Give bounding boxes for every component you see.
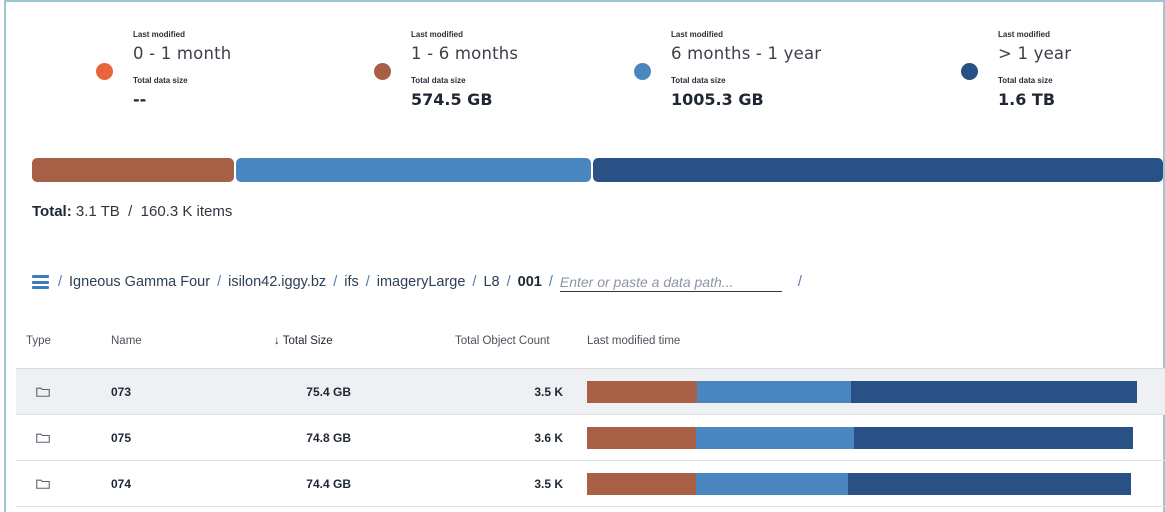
row-bar-segment-over-1-year: [848, 473, 1131, 495]
col-header-last-modified[interactable]: Last modified time: [587, 335, 680, 347]
legend-range: 1 - 6 months: [411, 44, 519, 63]
legend-dot-6-months-1-year: [634, 63, 651, 80]
row-bar-segment-6-months-1-year: [697, 381, 851, 403]
legend-range: 0 - 1 month: [133, 44, 232, 63]
age-bar-segment-over-1-year[interactable]: [593, 158, 1163, 182]
breadcrumb-separator: /: [797, 274, 802, 290]
legend-size: 1.6 TB: [998, 90, 1056, 109]
age-bar-segment-6-months-1-year[interactable]: [236, 158, 591, 182]
age-bar-segment-1-6-months[interactable]: [32, 158, 234, 182]
legend-size: 574.5 GB: [411, 90, 493, 109]
row-total-size: 75.4 GB: [306, 385, 351, 399]
row-bar-segment-over-1-year: [851, 381, 1137, 403]
folder-icon: [36, 479, 50, 489]
legend-dot-1-6-months: [374, 63, 391, 80]
table-row[interactable]: 074 74.4 GB 3.5 K: [16, 461, 1165, 507]
breadcrumb-separator: /: [506, 274, 511, 290]
row-bar-segment-1-6-months: [587, 381, 697, 403]
col-header-name[interactable]: Name: [111, 335, 142, 347]
panel: Last modified 0 - 1 month Total data siz…: [4, 0, 1165, 512]
breadcrumb-separator: /: [472, 274, 477, 290]
col-header-total-size-label: Total Size: [282, 335, 333, 347]
folder-icon: [36, 387, 50, 397]
legend-modified-label: Last modified: [671, 30, 724, 39]
age-distribution-bar[interactable]: [32, 158, 1164, 182]
row-object-count: 3.5 K: [534, 477, 563, 491]
data-path-input[interactable]: [559, 272, 782, 292]
row-object-count: 3.5 K: [534, 385, 563, 399]
menu-icon[interactable]: [32, 275, 49, 289]
legend-modified-label: Last modified: [998, 30, 1051, 39]
row-modified-bar[interactable]: [587, 381, 1137, 403]
row-bar-segment-1-6-months: [587, 427, 696, 449]
table-row[interactable]: 075 74.8 GB 3.6 K: [16, 415, 1165, 461]
row-object-count: 3.6 K: [534, 431, 563, 445]
total-label: Total:: [32, 203, 72, 220]
legend-size-label: Total data size: [133, 76, 188, 85]
legend-modified-label: Last modified: [133, 30, 186, 39]
breadcrumb-separator: /: [548, 274, 553, 290]
legend-size: 1005.3 GB: [671, 90, 764, 109]
row-modified-bar[interactable]: [587, 473, 1131, 495]
breadcrumb: / Igneous Gamma Four / isilon42.iggy.bz …: [32, 272, 809, 292]
arrow-down-icon: ↓: [274, 335, 280, 347]
legend-range: 6 months - 1 year: [671, 44, 822, 63]
breadcrumb-item-igneous-gamma-four[interactable]: Igneous Gamma Four: [69, 274, 210, 290]
breadcrumb-item-l8[interactable]: L8: [483, 274, 499, 290]
row-modified-bar[interactable]: [587, 427, 1133, 449]
total-summary: Total: 3.1 TB / 160.3 K items: [32, 203, 232, 220]
legend-size-label: Total data size: [998, 76, 1053, 85]
breadcrumb-item-imagerylarge[interactable]: imageryLarge: [377, 274, 466, 290]
legend-modified-label: Last modified: [411, 30, 464, 39]
breadcrumb-item-host[interactable]: isilon42.iggy.bz: [228, 274, 326, 290]
table-row[interactable]: 073 75.4 GB 3.5 K: [16, 369, 1165, 415]
legend-size: --: [133, 90, 147, 109]
col-header-total-object-count[interactable]: Total Object Count: [455, 335, 550, 347]
breadcrumb-separator: /: [58, 274, 63, 290]
col-header-total-size[interactable]: ↓ Total Size: [274, 335, 333, 347]
row-total-size: 74.8 GB: [306, 431, 351, 445]
breadcrumb-item-ifs[interactable]: ifs: [344, 274, 359, 290]
breadcrumb-separator: /: [217, 274, 222, 290]
row-name[interactable]: 075: [111, 431, 131, 445]
row-total-size: 74.4 GB: [306, 477, 351, 491]
row-bar-segment-1-6-months: [587, 473, 696, 495]
row-name[interactable]: 073: [111, 385, 131, 399]
folder-icon: [36, 433, 50, 443]
legend-size-label: Total data size: [411, 76, 466, 85]
legend-dot-over-1-year: [961, 63, 978, 80]
row-bar-segment-6-months-1-year: [696, 473, 848, 495]
row-bar-segment-6-months-1-year: [696, 427, 854, 449]
breadcrumb-item-current: 001: [517, 274, 542, 290]
legend-size-label: Total data size: [671, 76, 726, 85]
breadcrumb-separator: /: [333, 274, 338, 290]
row-name[interactable]: 074: [111, 477, 131, 491]
row-divider: [16, 506, 1165, 507]
col-header-type[interactable]: Type: [26, 335, 51, 347]
legend-dot-0-1-month: [96, 63, 113, 80]
legend-range: > 1 year: [998, 44, 1072, 63]
total-value: 3.1 TB / 160.3 K items: [75, 203, 233, 220]
breadcrumb-separator: /: [365, 274, 370, 290]
row-bar-segment-over-1-year: [854, 427, 1133, 449]
